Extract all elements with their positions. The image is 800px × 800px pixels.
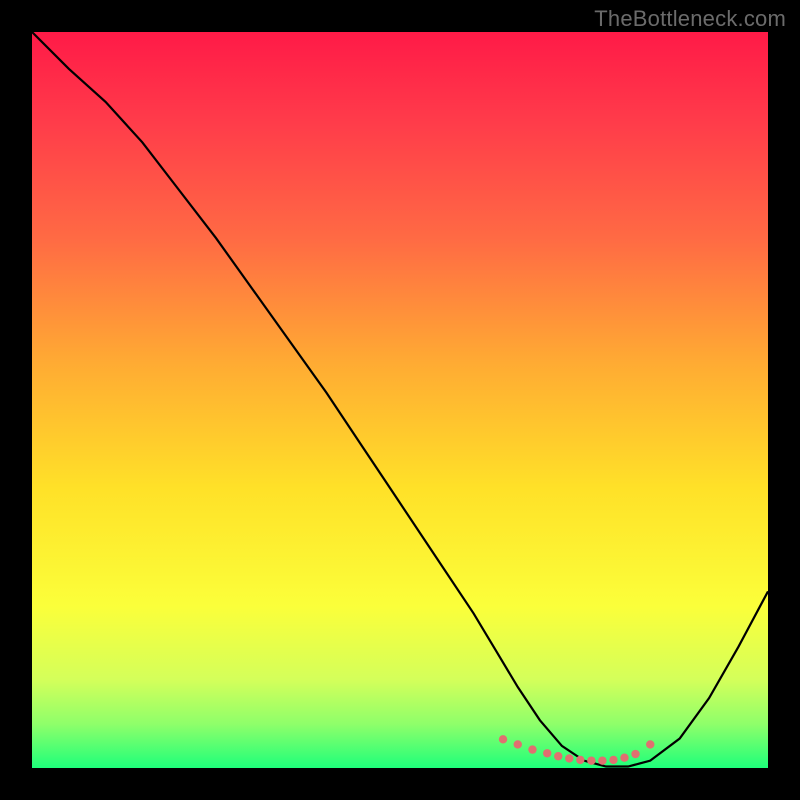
curve-dot: [620, 754, 628, 762]
curve-dot: [499, 735, 507, 743]
curve-dot: [528, 745, 536, 753]
curve-dot: [514, 740, 522, 748]
watermark-text: TheBottleneck.com: [594, 6, 786, 32]
curve-dot: [565, 754, 573, 762]
curve-layer: [32, 32, 768, 768]
chart-area: [32, 32, 768, 768]
curve-dots: [499, 735, 655, 765]
bottleneck-curve: [32, 32, 768, 767]
curve-dot: [631, 750, 639, 758]
curve-dot: [598, 756, 606, 764]
curve-dot: [554, 752, 562, 760]
curve-dot: [576, 756, 584, 764]
curve-dot: [587, 756, 595, 764]
curve-dot: [543, 749, 551, 757]
curve-dot: [646, 740, 654, 748]
curve-dot: [609, 756, 617, 764]
